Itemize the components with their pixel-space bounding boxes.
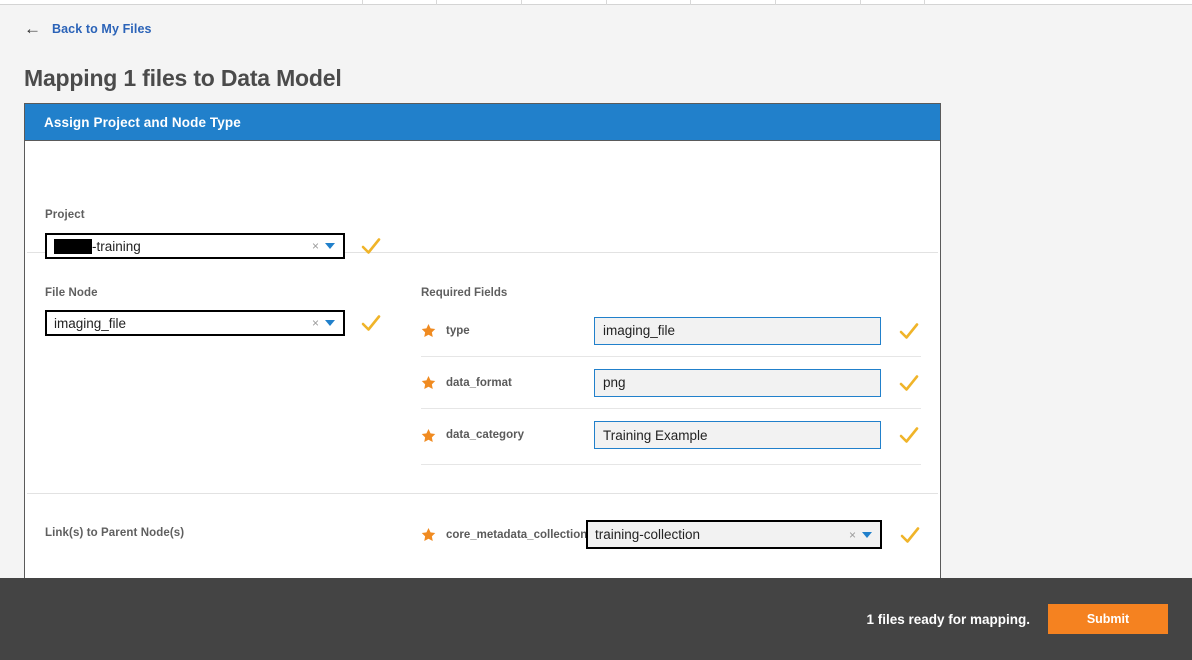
tab-separator: [521, 0, 522, 5]
page-body: ← Back to My Files Mapping 1 files to Da…: [0, 6, 1192, 588]
parent-link-select-value: training-collection: [595, 527, 701, 542]
browser-tab-strip: [0, 0, 1192, 5]
project-label: Project: [45, 209, 85, 221]
redacted-project-name: [54, 238, 92, 254]
chevron-down-icon[interactable]: [862, 531, 872, 538]
required-field-name: type: [446, 324, 470, 337]
tab-separator: [606, 0, 607, 5]
file-node-select[interactable]: imaging_file ×: [45, 310, 345, 336]
required-field-row: data_category: [421, 409, 921, 461]
chevron-down-icon[interactable]: [325, 320, 335, 326]
submit-button[interactable]: Submit: [1048, 604, 1168, 634]
required-field-input-data-format[interactable]: [594, 368, 881, 397]
required-fields-list: type data_format: [421, 305, 921, 461]
required-star-icon: [421, 528, 436, 541]
project-section: Project -training ×: [25, 141, 940, 259]
footer-bar: 1 files ready for mapping. Submit: [0, 578, 1192, 660]
checkmark-icon: [899, 427, 919, 443]
tab-separator: [924, 0, 925, 5]
arrow-left-icon: ←: [24, 19, 41, 38]
tab-separator: [860, 0, 861, 5]
required-field-input-data-category[interactable]: [594, 421, 881, 449]
checkmark-icon: [899, 322, 919, 339]
required-field-input-type[interactable]: [594, 316, 881, 345]
page-title: Mapping 1 files to Data Model: [24, 65, 342, 91]
tab-separator: [436, 0, 437, 5]
file-node-label: File Node: [45, 287, 98, 299]
required-field-row: data_format: [421, 357, 921, 409]
card-header: Assign Project and Node Type: [25, 104, 940, 141]
required-field-row: type: [421, 305, 921, 357]
project-select-value: -training: [54, 238, 141, 254]
tab-separator: [775, 0, 776, 5]
required-star-icon: [421, 376, 436, 389]
card-header-title: Assign Project and Node Type: [44, 114, 241, 130]
parent-link-field-name: core_metadata_collection: [446, 528, 588, 541]
required-star-icon: [421, 428, 436, 442]
footer-status-text: 1 files ready for mapping.: [866, 611, 1030, 627]
tab-separator: [362, 0, 363, 5]
footer-actions: 1 files ready for mapping. Submit: [866, 578, 1168, 660]
clear-x-icon[interactable]: ×: [312, 240, 319, 252]
chevron-down-icon[interactable]: [325, 243, 335, 249]
tab-separator: [690, 0, 691, 5]
required-field-name: data_category: [446, 429, 524, 441]
checkmark-icon: [900, 526, 920, 543]
required-field-name: data_format: [446, 376, 512, 389]
clear-x-icon[interactable]: ×: [312, 317, 319, 329]
parent-links-label: Link(s) to Parent Node(s): [45, 527, 185, 539]
clear-x-icon[interactable]: ×: [849, 529, 856, 541]
checkmark-icon: [361, 315, 381, 331]
required-fields-title: Required Fields: [421, 287, 508, 299]
file-node-select-value: imaging_file: [54, 315, 127, 331]
parent-links-section: Link(s) to Parent Node(s) core_metadata_…: [25, 494, 940, 587]
file-node-section: File Node imaging_file × Required Fields: [25, 253, 940, 493]
back-link-label[interactable]: Back to My Files: [52, 22, 152, 36]
back-to-my-files[interactable]: ← Back to My Files: [24, 19, 152, 38]
checkmark-icon: [899, 374, 919, 391]
mapping-card: Assign Project and Node Type Project -tr…: [24, 103, 941, 588]
required-fields-bottom-rule: [421, 464, 921, 465]
required-star-icon: [421, 324, 436, 337]
parent-link-select[interactable]: training-collection ×: [586, 520, 882, 549]
